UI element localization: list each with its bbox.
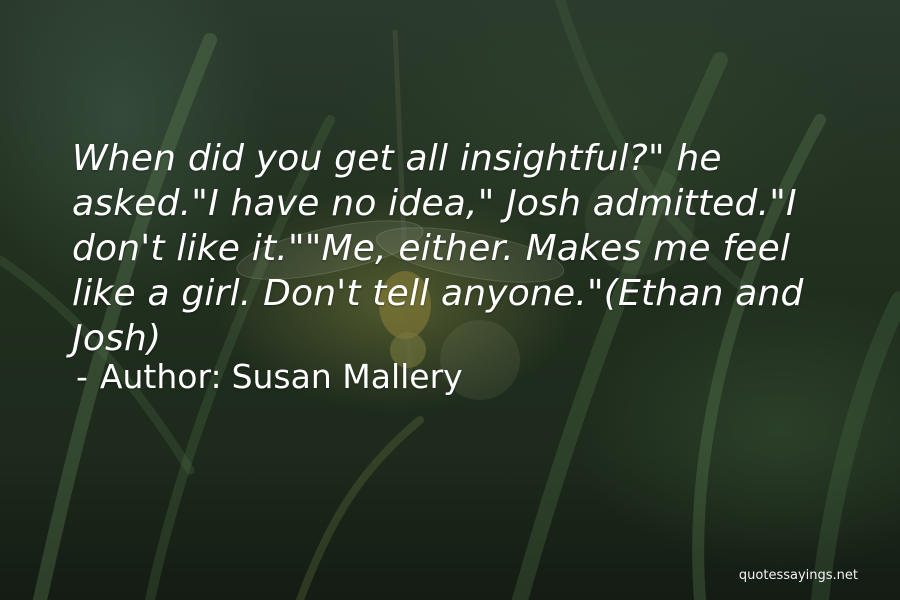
author-name: Susan Mallery [231, 357, 463, 396]
author-dash: - [76, 357, 88, 396]
quote-text: When did you get all insightful?" he ask… [72, 138, 804, 359]
grass-blade [296, 416, 424, 600]
site-watermark: quotessayings.net [738, 568, 858, 583]
author-attribution: - Author: Susan Mallery [76, 356, 463, 398]
author-label: Author: [99, 357, 222, 396]
